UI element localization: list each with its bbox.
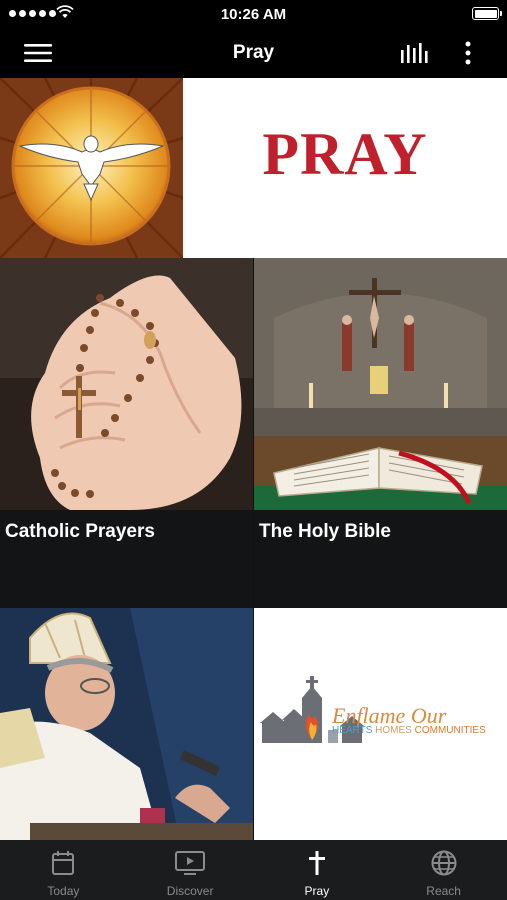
open-bible-altar-image xyxy=(254,258,507,510)
status-time: 10:26 AM xyxy=(220,6,287,23)
holy-bible-tile[interactable]: The Holy Bible xyxy=(254,258,507,608)
tab-reach[interactable]: Reach xyxy=(380,840,507,900)
pray-wordmark: Pray xyxy=(262,121,428,187)
holy-spirit-dove-window-image xyxy=(0,78,183,258)
content-grid: Pray Catholic Prayers xyxy=(0,78,507,840)
tab-reach-label: Reach xyxy=(426,884,461,898)
tab-discover[interactable]: Discover xyxy=(127,840,254,900)
app-header: Pray xyxy=(0,28,507,78)
tab-bar: Today Discover Pray Reach xyxy=(0,840,507,900)
rosary-hands-image xyxy=(0,258,253,510)
tab-discover-label: Discover xyxy=(166,884,214,898)
tab-pray[interactable]: Pray xyxy=(254,840,381,900)
tv-icon xyxy=(175,851,206,875)
catholic-prayers-label: Catholic Prayers xyxy=(5,521,155,542)
tab-today-label: Today xyxy=(47,884,80,898)
media-button[interactable] xyxy=(390,28,440,78)
catholic-prayers-tile[interactable]: Catholic Prayers xyxy=(0,258,253,608)
tab-pray-label: Pray xyxy=(304,884,330,898)
bishop-image xyxy=(0,608,253,840)
cross-icon xyxy=(308,851,325,875)
enflame-our-hearts-tile[interactable]: Enflame Our HEARTS HOMES COMMUNITIES xyxy=(254,608,507,840)
holy-bible-label: The Holy Bible xyxy=(259,521,391,542)
audio-bars-icon xyxy=(401,43,428,63)
more-vertical-icon xyxy=(465,41,471,65)
calendar-icon xyxy=(52,851,75,875)
bishop-tile[interactable] xyxy=(0,608,253,840)
enflame-subtitle: HEARTS HOMES COMMUNITIES xyxy=(332,725,486,736)
tab-today[interactable]: Today xyxy=(0,840,127,900)
battery-icon xyxy=(472,7,502,20)
status-bar: 10:26 AM xyxy=(0,0,507,28)
globe-icon xyxy=(431,850,457,876)
more-options-button[interactable] xyxy=(450,28,486,78)
pray-banner[interactable]: Pray xyxy=(0,78,507,258)
